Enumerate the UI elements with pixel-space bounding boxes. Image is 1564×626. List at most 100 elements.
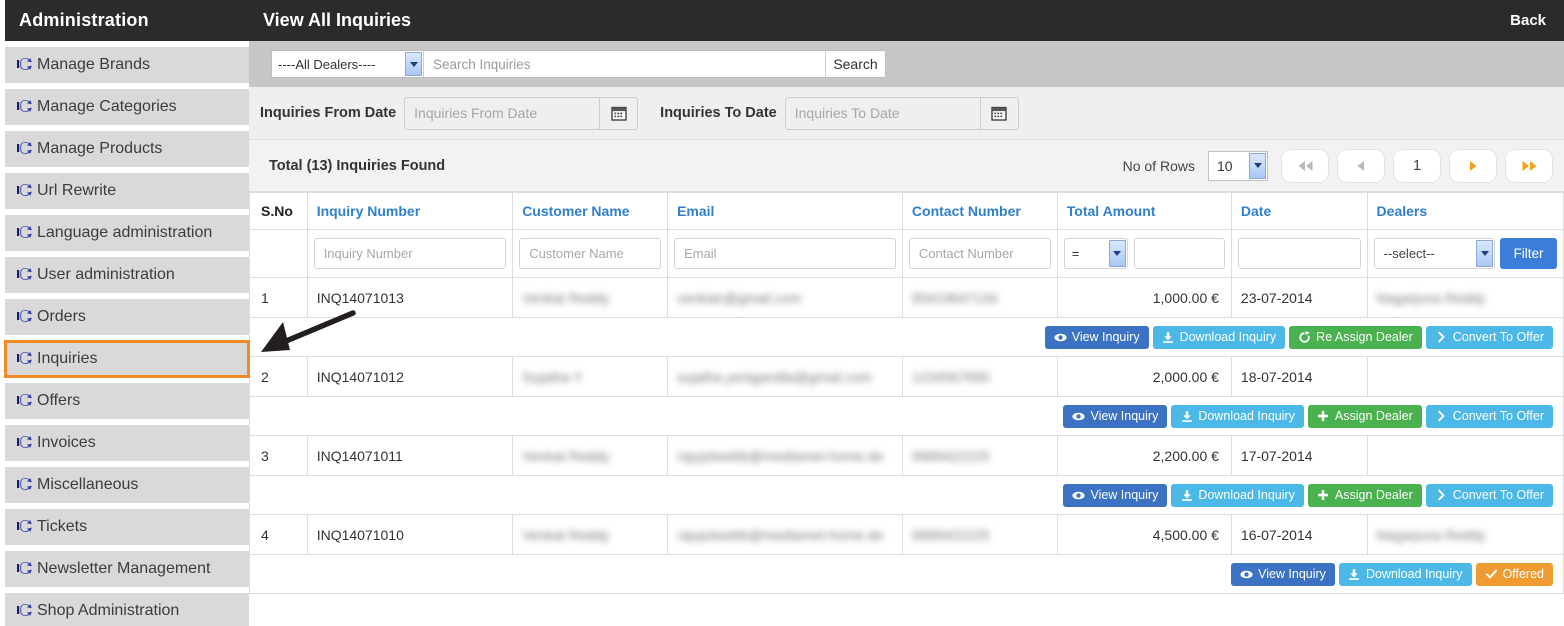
dealer-select-wrapper[interactable]: ----All Dealers---- bbox=[272, 51, 424, 77]
sidebar-item-language-administration[interactable]: Language administration bbox=[5, 215, 249, 251]
sidebar-item-shop-administration[interactable]: Shop Administration bbox=[5, 593, 249, 626]
sidebar-item-orders[interactable]: Orders bbox=[5, 299, 249, 335]
sidebar-title: Administration bbox=[5, 0, 249, 41]
sidebar-item-inquiries[interactable]: Inquiries bbox=[4, 340, 250, 378]
convert-to-offer-button[interactable]: Convert To Offer bbox=[1425, 404, 1553, 428]
sidebar-item-miscellaneous[interactable]: Miscellaneous bbox=[5, 467, 249, 503]
cell-customer-name: Venkat Reddy bbox=[512, 277, 669, 318]
filter-dealer-select[interactable]: --select-- bbox=[1373, 238, 1495, 269]
column-header-date[interactable]: Date bbox=[1230, 192, 1368, 230]
sidebar-item-manage-categories[interactable]: Manage Categories bbox=[5, 89, 249, 125]
table-head: S.No Inquiry Number Customer Name Email Cont… bbox=[249, 192, 1564, 278]
pagination-first-button[interactable] bbox=[1281, 148, 1329, 183]
download-icon bbox=[1349, 568, 1360, 580]
from-date-input[interactable] bbox=[404, 96, 601, 130]
cell-date: 16-07-2014 bbox=[1230, 514, 1368, 555]
assign-dealer-button[interactable]: Assign Dealer bbox=[1307, 404, 1422, 428]
column-header-email[interactable]: Email bbox=[667, 192, 903, 230]
filter-cell-amount: = bbox=[1056, 229, 1232, 278]
filter-date-input[interactable] bbox=[1237, 238, 1361, 269]
eye-icon bbox=[1072, 491, 1086, 499]
re-assign-dealer-button[interactable]: Re Assign Dealer bbox=[1289, 325, 1422, 349]
sidebar-item-url-rewrite[interactable]: Url Rewrite bbox=[5, 173, 249, 209]
column-header-total-amount[interactable]: Total Amount bbox=[1056, 192, 1232, 230]
inquiries-table-container[interactable]: S.No Inquiry Number Customer Name Email Cont… bbox=[249, 191, 1564, 626]
cell-email: venkatr@gmail.com bbox=[667, 277, 903, 318]
column-header-customer-name[interactable]: Customer Name bbox=[512, 192, 669, 230]
view-inquiry-button[interactable]: View Inquiry bbox=[1231, 562, 1335, 586]
sidebar-item-manage-brands[interactable]: Manage Brands bbox=[5, 47, 249, 83]
pagination: No of Rows 10 1 bbox=[1123, 148, 1553, 183]
pagination-next-button[interactable] bbox=[1449, 148, 1497, 183]
hand-pointer-icon bbox=[17, 478, 32, 490]
pagination-prev-button[interactable] bbox=[1337, 148, 1385, 183]
column-header-dealers[interactable]: Dealers bbox=[1366, 192, 1564, 230]
page-title: View All Inquiries bbox=[263, 10, 412, 30]
hand-pointer-icon bbox=[17, 562, 32, 574]
eye-icon bbox=[1054, 333, 1067, 341]
from-date-group bbox=[404, 96, 639, 130]
pagination-last-button[interactable] bbox=[1505, 148, 1553, 183]
filter-button[interactable]: Filter bbox=[1500, 238, 1557, 269]
filter-inquiry-number-input[interactable] bbox=[313, 238, 507, 269]
view-inquiry-button[interactable]: View Inquiry bbox=[1044, 325, 1149, 349]
column-header-inquiry-number[interactable]: Inquiry Number bbox=[306, 192, 514, 230]
button-label: View Inquiry bbox=[1090, 487, 1159, 502]
filter-amount-operator-select[interactable]: = bbox=[1063, 238, 1128, 269]
hand-pointer-icon bbox=[17, 352, 32, 364]
amount-operator-wrapper[interactable]: = bbox=[1063, 238, 1128, 269]
to-date-input[interactable] bbox=[784, 96, 981, 130]
rows-per-page-select[interactable]: 10 bbox=[1208, 150, 1268, 181]
assign-dealer-button[interactable]: Assign Dealer bbox=[1307, 483, 1422, 507]
to-date-calendar-button[interactable] bbox=[980, 96, 1019, 130]
view-inquiry-button[interactable]: View Inquiry bbox=[1063, 483, 1168, 507]
offered-button[interactable]: Offered bbox=[1475, 562, 1553, 586]
from-date-calendar-button[interactable] bbox=[600, 96, 639, 130]
hand-pointer-icon bbox=[17, 226, 32, 238]
sidebar-item-newsletter-management[interactable]: Newsletter Management bbox=[5, 551, 249, 587]
view-inquiry-button[interactable]: View Inquiry bbox=[1063, 404, 1168, 428]
row-actions: View Inquiry Download Inquiry Re Assign De… bbox=[250, 325, 1553, 349]
chevron-right-icon bbox=[1437, 489, 1445, 501]
search-box: ----All Dealers---- Search bbox=[271, 50, 886, 78]
redacted-value: Nagarjuna Reddy bbox=[1376, 289, 1486, 306]
button-label: View Inquiry bbox=[1071, 329, 1140, 344]
download-inquiry-button[interactable]: Download Inquiry bbox=[1171, 483, 1304, 507]
sidebar-item-user-administration[interactable]: User administration bbox=[5, 257, 249, 293]
sidebar-item-invoices[interactable]: Invoices bbox=[5, 425, 249, 461]
cell-email: rajujotwebb@mediamet-home.de bbox=[667, 435, 903, 476]
dealer-filter-wrapper[interactable]: --select-- bbox=[1373, 238, 1495, 269]
check-icon bbox=[1485, 569, 1497, 579]
filter-email-input[interactable] bbox=[674, 238, 896, 269]
search-button[interactable]: Search bbox=[825, 51, 885, 77]
filter-amount-input[interactable] bbox=[1133, 238, 1225, 269]
hand-pointer-icon bbox=[17, 58, 32, 70]
convert-to-offer-button[interactable]: Convert To Offer bbox=[1425, 325, 1553, 349]
download-inquiry-button[interactable]: Download Inquiry bbox=[1152, 325, 1286, 349]
sidebar-item-tickets[interactable]: Tickets bbox=[5, 509, 249, 545]
sidebar-item-label: Newsletter Management bbox=[37, 560, 211, 577]
pagination-current-page[interactable]: 1 bbox=[1393, 148, 1441, 183]
download-inquiry-button[interactable]: Download Inquiry bbox=[1171, 404, 1304, 428]
button-label: Convert To Offer bbox=[1452, 329, 1544, 344]
sidebar-item-manage-products[interactable]: Manage Products bbox=[5, 131, 249, 167]
to-date-label: Inquiries To Date bbox=[660, 105, 777, 121]
cell-serial-number: 2 bbox=[249, 356, 308, 397]
convert-to-offer-button[interactable]: Convert To Offer bbox=[1425, 483, 1553, 507]
filter-cell-sno bbox=[249, 229, 308, 278]
dealer-filter-select[interactable]: ----All Dealers---- bbox=[272, 51, 424, 77]
results-toolbar: Total (13) Inquiries Found No of Rows 10 bbox=[249, 140, 1564, 191]
filter-customer-name-input[interactable] bbox=[519, 238, 662, 269]
sidebar-item-offers[interactable]: Offers bbox=[5, 383, 249, 419]
button-label: Download Inquiry bbox=[1198, 408, 1295, 423]
rows-per-page-wrapper[interactable]: 10 bbox=[1208, 150, 1268, 181]
download-inquiry-button[interactable]: Download Inquiry bbox=[1338, 562, 1472, 586]
calendar-icon bbox=[611, 106, 627, 121]
cell-customer-name: Sujatha Y bbox=[512, 356, 669, 397]
page-root: Administration Manage Brands Manage Categ… bbox=[0, 0, 1564, 626]
column-header-contact-number[interactable]: Contact Number bbox=[901, 192, 1058, 230]
filter-contact-number-input[interactable] bbox=[908, 238, 1051, 269]
sidebar-item-label: Orders bbox=[37, 308, 86, 325]
search-input[interactable] bbox=[424, 51, 825, 77]
back-link[interactable]: Back bbox=[1510, 12, 1546, 29]
